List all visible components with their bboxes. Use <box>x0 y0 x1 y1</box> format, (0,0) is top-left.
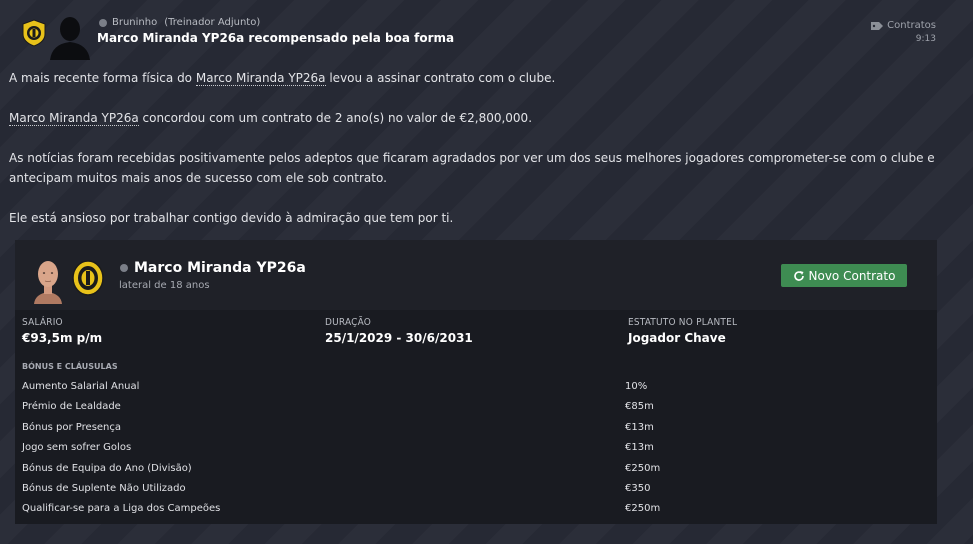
bonus-row: Qualificar-se para a Liga dos Campeões €2… <box>22 500 922 520</box>
refresh-icon <box>793 270 804 281</box>
info-icon <box>120 264 128 272</box>
bonus-value: €250m <box>625 462 661 474</box>
bonus-row: Aumento Salarial Anual 10% <box>22 378 922 398</box>
bonus-row: Bónus de Equipa do Ano (Divisão) €250m <box>22 460 922 480</box>
bonus-value: €85m <box>625 401 654 413</box>
player-link[interactable]: Marco Miranda YP26a <box>9 111 139 126</box>
squad-status-stat: ESTATUTO NO PLANTEL Jogador Chave <box>628 317 737 345</box>
bonus-value: €13m <box>625 442 654 454</box>
bonus-value: 10% <box>625 381 648 392</box>
sender-name[interactable]: Bruninho <box>112 17 157 28</box>
club-crest-icon[interactable] <box>21 19 47 47</box>
bonus-name: Bónus por Presença <box>22 421 122 433</box>
duration-value: 25/1/2029 - 30/6/2031 <box>325 331 473 345</box>
bonus-name: Qualificar-se para a Liga dos Campeões <box>22 503 221 515</box>
bonus-value: €13m <box>625 421 654 433</box>
sender-role: (Treinador Adjunto) <box>164 17 261 28</box>
text: levou a assinar contrato com o clube. <box>325 71 556 85</box>
message-time: 9:13 <box>915 34 936 44</box>
paragraph-3: As notícias foram recebidas positivament… <box>9 151 935 185</box>
salary-value: €93,5m p/m <box>22 331 103 345</box>
squad-status-value: Jogador Chave <box>628 331 726 345</box>
bonus-row: Jogo sem sofrer Golos €13m <box>22 439 922 459</box>
bonus-list: Aumento Salarial Anual 10% Prémio de Leal… <box>22 378 922 521</box>
player-name[interactable]: Marco Miranda YP26a <box>134 260 306 276</box>
tag-icon <box>871 21 884 30</box>
bonus-name: Bónus de Equipa do Ano (Divisão) <box>22 462 192 474</box>
salary-label: SALÁRIO <box>22 317 63 328</box>
paragraph-2: Marco Miranda YP26a concordou com um con… <box>9 108 949 128</box>
bonus-name: Bónus de Suplente Não Utilizado <box>22 482 186 494</box>
message-title: Marco Miranda YP26a recompensado pela bo… <box>97 31 455 45</box>
sender-silhouette-icon[interactable] <box>48 12 92 60</box>
text: A mais recente forma física do <box>9 71 196 85</box>
bonus-row: Prémio de Lealdade €85m <box>22 398 922 418</box>
bonus-header: BÓNUS E CLÁUSULAS <box>22 362 118 371</box>
club-crest-icon[interactable] <box>72 260 104 296</box>
message-category[interactable]: Contratos <box>871 20 936 31</box>
bonus-name: Prémio de Lealdade <box>22 401 121 413</box>
squad-status-label: ESTATUTO NO PLANTEL <box>628 317 738 328</box>
message-body: A mais recente forma física do Marco Mir… <box>9 68 949 248</box>
paragraph-1: A mais recente forma física do Marco Mir… <box>9 68 949 88</box>
new-contract-button[interactable]: Novo Contrato <box>781 264 907 287</box>
bonus-row: Bónus por Presença €13m <box>22 419 922 439</box>
player-face-icon[interactable] <box>33 260 63 304</box>
category-label: Contratos <box>887 20 936 31</box>
duration-stat: DURAÇÃO 25/1/2029 - 30/6/2031 <box>325 317 473 345</box>
player-name-line: Marco Miranda YP26a <box>120 260 306 276</box>
bonus-value: €350 <box>625 482 651 494</box>
new-contract-label: Novo Contrato <box>808 268 896 283</box>
duration-label: DURAÇÃO <box>325 317 372 328</box>
contract-card: Marco Miranda YP26a lateral de 18 anos N… <box>15 240 937 524</box>
bonus-name: Aumento Salarial Anual <box>22 381 140 392</box>
contract-details: SALÁRIO €93,5m p/m DURAÇÃO 25/1/2029 - 3… <box>15 310 937 524</box>
salary-stat: SALÁRIO €93,5m p/m <box>22 317 102 345</box>
bonus-row: Bónus de Suplente Não Utilizado €350 <box>22 480 922 500</box>
text: concordou com um contrato de 2 ano(s) no… <box>138 111 533 125</box>
bonus-name: Jogo sem sofrer Golos <box>22 442 132 454</box>
info-icon <box>99 18 107 27</box>
player-summary: Marco Miranda YP26a lateral de 18 anos N… <box>15 240 937 310</box>
bonus-value: €250m <box>625 503 661 515</box>
paragraph-4: Ele está ansioso por trabalhar contigo d… <box>9 211 454 225</box>
message-header: Bruninho (Treinador Adjunto) Marco Miran… <box>0 0 973 62</box>
player-description: lateral de 18 anos <box>119 280 210 291</box>
sender-line: Bruninho (Treinador Adjunto) <box>99 17 260 28</box>
player-link[interactable]: Marco Miranda YP26a <box>195 71 326 86</box>
